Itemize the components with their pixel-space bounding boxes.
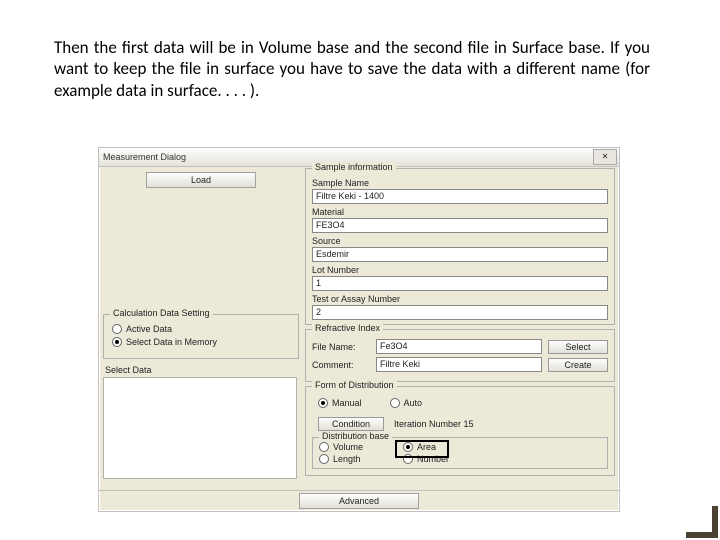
radio-icon [403,442,413,452]
select-data-listbox[interactable] [103,377,297,479]
assay-number-label: Test or Assay Number [312,294,608,304]
radio-length[interactable]: Length [319,454,397,464]
radio-active-data[interactable]: Active Data [112,324,292,334]
radio-manual[interactable]: Manual [318,398,362,408]
distribution-base-group: Distribution base Volume Area [312,437,608,469]
source-label: Source [312,236,608,246]
sample-name-label: Sample Name [312,178,608,188]
radio-icon [112,324,122,334]
select-data-label: Select Data [105,365,299,375]
material-label: Material [312,207,608,217]
radio-select-data-memory[interactable]: Select Data in Memory [112,337,292,347]
sample-information-group: Sample information Sample Name Filtre Ke… [305,168,615,325]
instruction-text: Then the first data will be in Volume ba… [54,37,650,101]
advanced-button[interactable]: Advanced [299,493,419,509]
dialog-title: Measurement Dialog [103,152,186,162]
load-button[interactable]: Load [146,172,256,188]
radio-auto[interactable]: Auto [390,398,423,408]
radio-label: Manual [332,398,362,408]
sample-name-field[interactable]: Filtre Keki - 1400 [312,189,608,204]
assay-number-field[interactable]: 2 [312,305,608,320]
radio-label: Active Data [126,324,172,334]
radio-area[interactable]: Area [403,442,436,452]
close-icon[interactable]: ✕ [593,149,617,165]
select-button[interactable]: Select [548,340,608,354]
calc-data-setting-legend: Calculation Data Setting [110,308,213,318]
radio-icon [112,337,122,347]
radio-label: Area [417,442,436,452]
distribution-base-legend: Distribution base [319,431,392,441]
radio-label: Select Data in Memory [126,337,217,347]
calc-data-setting-group: Calculation Data Setting Active Data Sel… [103,314,299,359]
radio-label: Number [417,454,449,464]
slide-corner-decoration [686,506,718,538]
radio-volume[interactable]: Volume [319,442,397,452]
radio-icon [319,454,329,464]
comment-field[interactable]: Filtre Keki [376,357,542,372]
refractive-index-group: Refractive Index File Name: Fe3O4 Select… [305,329,615,382]
radio-label: Auto [404,398,423,408]
condition-button[interactable]: Condition [318,417,384,431]
measurement-dialog-window: Measurement Dialog ✕ Load Calculation Da… [98,147,620,512]
radio-label: Volume [333,442,363,452]
source-field[interactable]: Esdemir [312,247,608,262]
file-name-label: File Name: [312,342,370,352]
form-of-distribution-legend: Form of Distribution [312,380,397,390]
sample-information-legend: Sample information [312,162,396,172]
refractive-index-legend: Refractive Index [312,323,383,333]
material-field[interactable]: FE3O4 [312,218,608,233]
radio-icon [318,398,328,408]
radio-number[interactable]: Number [403,454,449,464]
dialog-bottom-bar: Advanced [99,490,619,511]
comment-label: Comment: [312,360,370,370]
file-name-field[interactable]: Fe3O4 [376,339,542,354]
lot-number-field[interactable]: 1 [312,276,608,291]
radio-label: Length [333,454,361,464]
radio-icon [390,398,400,408]
create-button[interactable]: Create [548,358,608,372]
radio-icon [403,454,413,464]
radio-icon [319,442,329,452]
lot-number-label: Lot Number [312,265,608,275]
iteration-number-label: Iteration Number 15 [394,419,474,429]
form-of-distribution-group: Form of Distribution Manual Auto Conditi… [305,386,615,476]
